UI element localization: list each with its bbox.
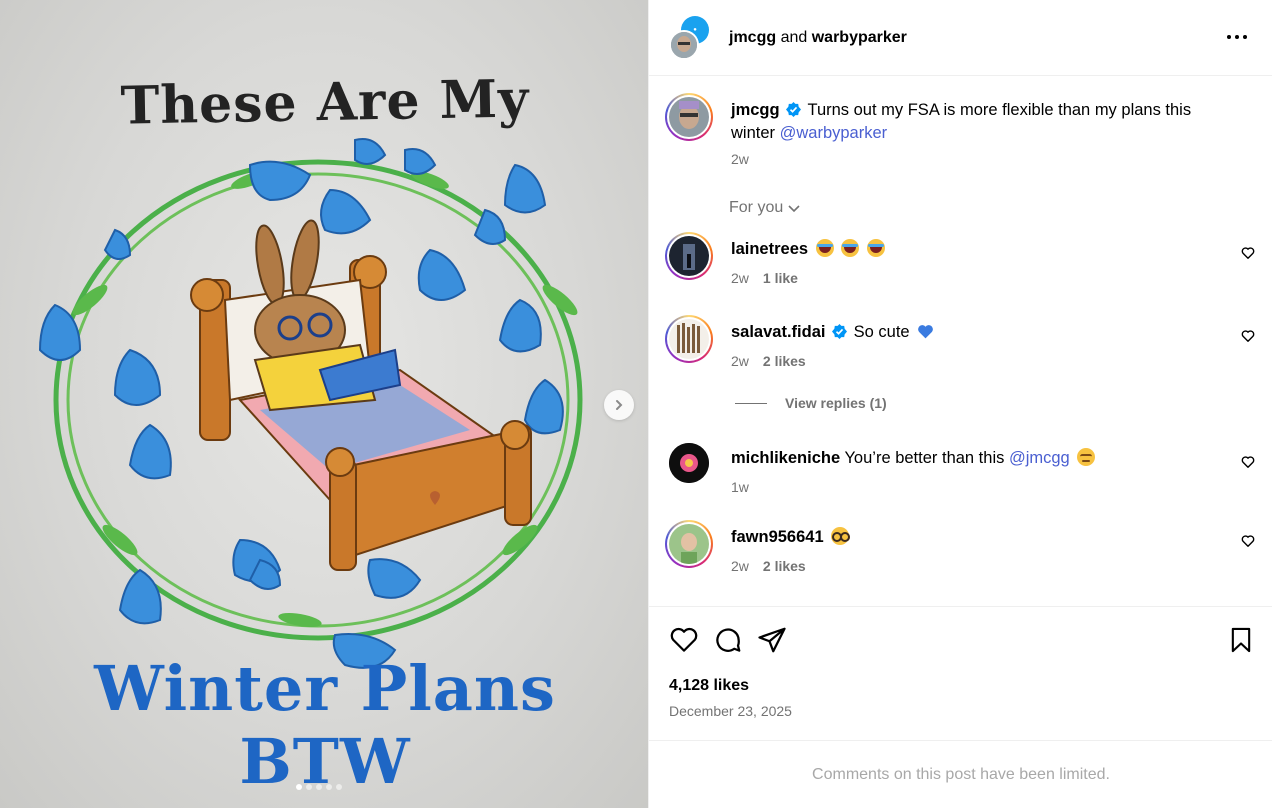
caption-mention-link[interactable]: @warbyparker	[780, 124, 888, 142]
post-header: ● jmcgg and warbyparker	[649, 0, 1272, 76]
comment-text-block: salavat.fidai So cute	[731, 321, 1231, 344]
comment-text-block: fawn956641	[731, 526, 1231, 549]
comment-body: So cute	[853, 323, 910, 341]
heart-outline-icon	[1241, 330, 1255, 342]
more-options-button[interactable]	[1226, 26, 1248, 52]
likes-count[interactable]: 4,128 likes	[669, 677, 749, 695]
comment-avatar[interactable]	[665, 232, 713, 280]
nerd-face-emoji-icon	[831, 527, 851, 545]
action-icons	[669, 625, 787, 659]
more-horizontal-icon	[1227, 35, 1247, 39]
shirt-subtitle-text: Winter Plans BTW	[94, 652, 556, 798]
comment-like-button[interactable]	[1241, 246, 1255, 264]
laughing-emoji-icon	[815, 239, 834, 257]
for-you-sort-button[interactable]: For you	[729, 199, 801, 217]
heart-outline-icon	[1241, 456, 1255, 468]
post-actions: 4,128 likes December 23, 2025	[649, 606, 1272, 740]
comment-meta: 2w 1 like	[731, 270, 798, 286]
laughing-emoji-icon	[841, 239, 860, 257]
comment-likes[interactable]: 2 likes	[763, 353, 806, 369]
comment-row: fawn956641 2w 2 likes	[665, 520, 1255, 590]
caption-avatar[interactable]	[665, 93, 713, 141]
carousel-indicator	[296, 784, 342, 790]
post-date[interactable]: December 23, 2025	[669, 703, 792, 719]
post-side-panel: ● jmcgg and warbyparker jmcgg Turns out …	[648, 0, 1272, 808]
avatar-jmcgg[interactable]	[669, 29, 699, 60]
blue-heart-icon	[918, 325, 934, 339]
heart-icon	[670, 627, 698, 652]
caption-row: jmcgg Turns out my FSA is more flexible …	[665, 93, 1255, 183]
comment-body: You’re better than this	[844, 449, 1005, 467]
comment-row: michlikeniche You’re better than this @j…	[665, 441, 1255, 511]
heart-outline-icon	[1241, 535, 1255, 547]
comment-meta: 2w 2 likes	[731, 558, 806, 574]
comment-time[interactable]: 2w	[731, 558, 749, 574]
comment-username[interactable]: fawn956641	[731, 528, 824, 546]
caption-meta: 2w	[731, 151, 749, 167]
comment-mention-link[interactable]: @jmcgg	[1009, 449, 1070, 467]
carousel-dot	[336, 784, 342, 790]
heart-outline-icon	[1241, 247, 1255, 259]
shirt-title-text: These Are My	[120, 68, 530, 137]
save-post-button[interactable]	[1227, 625, 1255, 659]
comment-meta: 2w 2 likes	[731, 353, 806, 369]
comment-time[interactable]: 1w	[731, 479, 749, 495]
comment-username[interactable]: salavat.fidai	[731, 323, 825, 341]
share-post-button[interactable]	[757, 625, 787, 659]
comment-bubble-icon	[716, 628, 741, 652]
paper-plane-icon	[758, 627, 786, 653]
view-replies-label: View replies (1)	[785, 395, 887, 411]
comment-username[interactable]: michlikeniche	[731, 449, 840, 467]
comment-meta: 1w	[731, 479, 749, 495]
carousel-dot	[326, 784, 332, 790]
carousel-dot	[296, 784, 302, 790]
comment-post-button[interactable]	[713, 625, 743, 659]
comment-time[interactable]: 2w	[731, 353, 749, 369]
comment-username[interactable]: lainetrees	[731, 240, 808, 258]
caption-text-block: jmcgg Turns out my FSA is more flexible …	[731, 99, 1231, 145]
comment-text-block: lainetrees	[731, 238, 1231, 261]
comments-limited-notice: Comments on this post have been limited.	[649, 740, 1272, 808]
post-dialog: These Are My Winter Plans BTW ● jmcgg an…	[0, 0, 1272, 808]
comments-section[interactable]: jmcgg Turns out my FSA is more flexible …	[649, 77, 1272, 607]
post-media[interactable]: These Are My Winter Plans BTW	[0, 0, 648, 808]
comment-like-button[interactable]	[1241, 455, 1255, 473]
bookmark-icon	[1231, 627, 1251, 653]
carousel-dot	[316, 784, 322, 790]
chevron-down-icon	[788, 205, 800, 213]
collab-names: jmcgg and warbyparker	[729, 29, 907, 47]
carousel-next-button[interactable]	[604, 390, 634, 420]
comment-avatar[interactable]	[665, 315, 713, 363]
caption-time[interactable]: 2w	[731, 151, 749, 167]
header-and: and	[780, 28, 808, 46]
laughing-emoji-icon	[866, 239, 885, 257]
comment-avatar[interactable]	[665, 520, 713, 568]
comment-like-button[interactable]	[1241, 534, 1255, 552]
comment-like-button[interactable]	[1241, 329, 1255, 347]
header-username-jmcgg[interactable]: jmcgg	[729, 29, 776, 46]
comment-text-block: michlikeniche You’re better than this @j…	[731, 447, 1231, 470]
comment-avatar[interactable]	[669, 443, 709, 483]
verified-badge-icon	[832, 324, 848, 339]
comment-row: lainetrees 2w 1 like	[665, 232, 1255, 302]
pensive-emoji-icon	[1077, 448, 1096, 466]
view-replies-button[interactable]: View replies (1)	[735, 395, 887, 411]
comment-likes[interactable]: 1 like	[763, 270, 798, 286]
chevron-right-icon	[616, 400, 623, 410]
verified-badge-icon	[786, 102, 802, 117]
header-username-warbyparker[interactable]: warbyparker	[812, 29, 907, 46]
carousel-dot	[306, 784, 312, 790]
comment-likes[interactable]: 2 likes	[763, 558, 806, 574]
for-you-label: For you	[729, 199, 784, 216]
comment-row: salavat.fidai So cute 2w 2 likes	[665, 315, 1255, 385]
like-post-button[interactable]	[669, 625, 699, 659]
caption-username[interactable]: jmcgg	[731, 101, 780, 119]
replies-divider-line	[735, 402, 767, 404]
comment-time[interactable]: 2w	[731, 270, 749, 286]
collab-avatars[interactable]: ●	[669, 15, 711, 60]
